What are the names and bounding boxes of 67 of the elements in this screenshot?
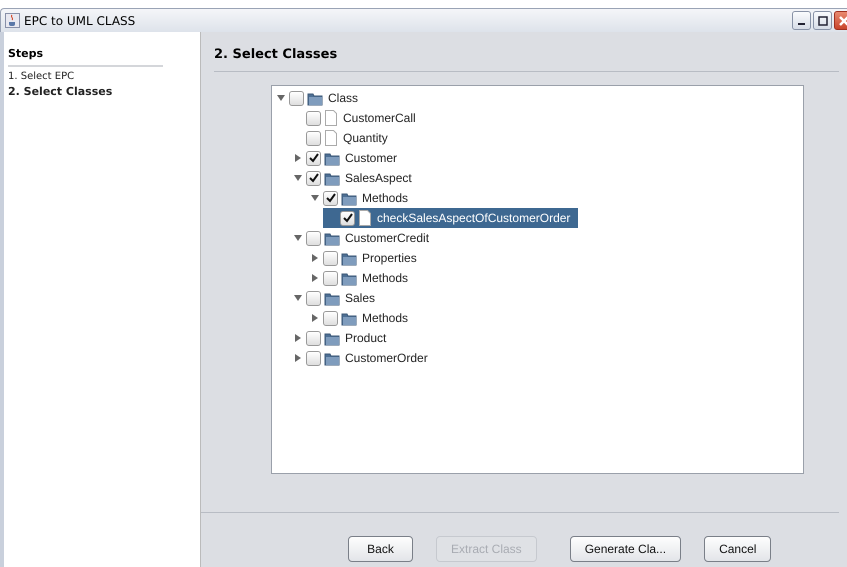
checkbox[interactable] [306,290,321,306]
expander-icon[interactable] [311,314,319,322]
step-item: 2. Select Classes [8,85,114,98]
minimize-button[interactable] [792,11,811,30]
folder-icon [324,330,340,346]
checkbox[interactable] [323,190,338,206]
folder-icon [324,230,340,246]
cup-icon [5,13,20,28]
checkbox[interactable] [306,230,321,246]
folder-icon [324,290,340,306]
checkbox[interactable] [306,130,321,146]
checkbox[interactable] [306,110,321,126]
folder-icon [341,270,357,286]
checkbox[interactable] [323,310,338,326]
tree-item[interactable]: SalesAspect [289,168,420,188]
window-title: EPC to UML CLASS [24,14,136,28]
file-icon [324,130,338,146]
checkbox[interactable] [340,210,355,226]
tree-item[interactable]: Methods [306,188,416,208]
folder-icon [341,310,357,326]
tree-item[interactable]: Product [289,328,394,348]
tree-item[interactable]: checkSalesAspectOfCustomerOrder [323,208,578,228]
maximize-icon [818,16,828,26]
dialog-button[interactable]: Cancel [704,536,772,562]
folder-icon [324,170,340,186]
folder-icon [324,150,340,166]
expander-icon[interactable] [311,274,319,282]
checkbox[interactable] [306,350,321,366]
folder-icon [307,90,323,106]
expander-icon[interactable] [277,94,285,102]
expander-icon[interactable] [294,334,302,342]
tree-item[interactable]: Methods [306,308,416,328]
folder-icon [324,350,340,366]
tree-item[interactable]: CustomerCall [289,108,424,128]
folder-icon [341,250,357,266]
file-icon [358,210,372,226]
tree-item[interactable]: Methods [306,268,416,288]
maximize-button[interactable] [813,11,832,30]
checkbox[interactable] [306,170,321,186]
checkbox[interactable] [323,270,338,286]
minimize-icon [798,22,805,24]
tree-item[interactable]: Sales [289,288,384,308]
dialog-button[interactable]: Back [348,536,413,562]
checkbox[interactable] [306,330,321,346]
expander-icon[interactable] [311,254,319,262]
close-icon [838,14,847,26]
checkbox[interactable] [306,150,321,166]
expander-icon[interactable] [294,234,302,242]
file-icon [324,110,338,126]
tree-item[interactable]: Properties [306,248,425,268]
checkbox[interactable] [323,250,338,266]
checkbox[interactable] [289,90,304,106]
expander-icon[interactable] [311,194,319,202]
dialog-button[interactable]: Generate Cla... [570,536,682,562]
tree-item[interactable]: Quantity [289,128,396,148]
tree-item[interactable]: CustomerCredit [289,228,438,248]
tree-item[interactable]: Class [272,88,366,108]
tree-item[interactable]: Customer [289,148,406,168]
folder-icon [341,190,357,206]
expander-icon[interactable] [294,174,302,182]
expander-icon[interactable] [294,154,302,162]
step-item: 1. Select EPC [8,71,76,82]
steps-title: Steps [8,47,44,60]
tree-item[interactable]: CustomerOrder [289,348,436,368]
expander-icon[interactable] [294,294,302,302]
page-title: 2. Select Classes [214,47,338,62]
expander-icon[interactable] [294,354,302,362]
